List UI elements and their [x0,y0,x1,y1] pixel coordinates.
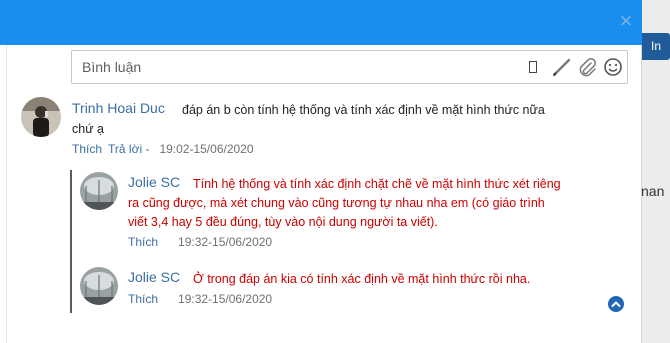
comment-meta: Thích Trả lời - 19:02-15/06/2020 [72,142,254,156]
like-link[interactable]: Thích [128,292,158,306]
reply-author[interactable]: Jolie SC [128,174,180,190]
avatar[interactable] [21,97,61,137]
background-text: nan [641,183,665,199]
scroll-to-top-icon[interactable] [608,296,624,312]
keyboard-icon[interactable] [528,59,538,75]
comment-input[interactable] [82,51,512,83]
modal-header: × [0,0,642,45]
comment-text: đáp án b còn tính hệ thống và tính xác đ… [182,103,545,117]
reply-text: ra cũng được, mà xét chung vào cũng tươn… [128,196,545,210]
reply-meta: Thích 19:32-15/06/2020 [128,235,272,249]
reply-text: Tính hệ thống và tính xác định chặt chẽ … [193,177,561,191]
reply-text: Ở trong đáp án kia có tính xác định về m… [193,272,531,286]
divider [6,45,7,343]
like-link[interactable]: Thích [128,235,158,249]
comments-modal: × Trinh Hoai Duc đáp án b còn tính hệ th… [0,0,642,343]
avatar[interactable] [80,267,118,305]
reply-meta: Thích 19:32-15/06/2020 [128,292,272,306]
timestamp: 19:32-15/06/2020 [178,292,273,306]
comment-box [71,50,628,84]
reply-author[interactable]: Jolie SC [128,269,180,285]
comment-text: chứ ạ [72,122,104,136]
close-icon[interactable]: × [618,11,634,31]
like-link[interactable]: Thích [72,142,102,156]
paperclip-icon[interactable] [576,56,598,78]
emoji-icon[interactable] [602,56,624,78]
reply-text: viết 3,4 hay 5 đều đúng, tùy vào nội dun… [128,215,438,229]
reply-thread-line [70,170,72,313]
timestamp: 19:32-15/06/2020 [178,235,273,249]
reply-link[interactable]: Trả lời - [108,142,149,156]
pencil-icon[interactable] [550,56,572,78]
comment-author[interactable]: Trinh Hoai Duc [72,100,165,116]
timestamp: 19:02-15/06/2020 [159,142,254,156]
avatar[interactable] [80,172,118,210]
